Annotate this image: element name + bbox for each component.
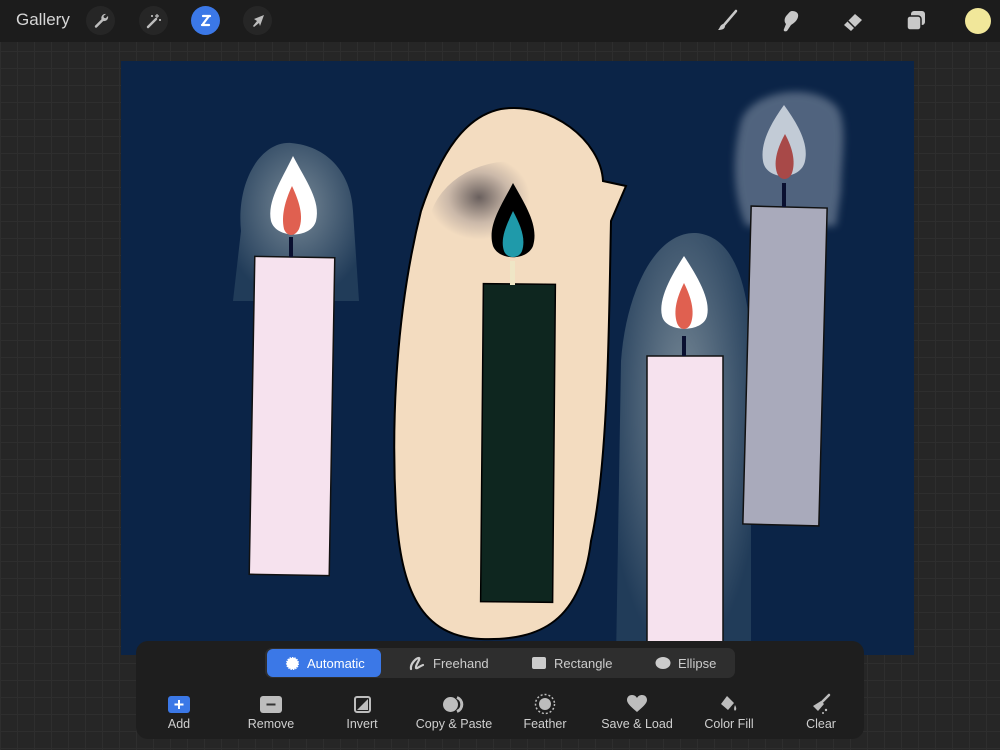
eraser-button[interactable]	[838, 6, 868, 36]
action-label: Clear	[806, 717, 836, 731]
selection-button[interactable]	[191, 6, 220, 35]
gray-candle-body	[742, 205, 828, 527]
arrow-cursor-icon	[252, 14, 264, 27]
magic-wand-icon	[146, 13, 161, 28]
wrench-icon	[94, 13, 108, 28]
clear-button[interactable]: Clear	[776, 693, 866, 731]
color-swatch-button[interactable]	[965, 8, 991, 34]
freehand-icon	[409, 656, 425, 671]
brush-button[interactable]	[712, 6, 742, 36]
smudge-finger-icon	[783, 11, 799, 32]
action-label: Add	[167, 717, 191, 731]
save-load-button[interactable]: Save & Load	[592, 694, 682, 731]
ellipse-icon	[655, 657, 671, 669]
invert-button[interactable]: Invert	[317, 694, 407, 731]
heart-icon	[627, 695, 647, 712]
gallery-button[interactable]: Gallery	[16, 10, 70, 30]
top-toolbar: Gallery	[0, 0, 1000, 42]
layers-button[interactable]	[901, 6, 931, 36]
mode-label: Ellipse	[678, 655, 717, 671]
adjustments-button[interactable]	[139, 6, 168, 35]
action-label: Remove	[247, 717, 295, 731]
feather-button[interactable]: Feather	[500, 693, 590, 731]
add-icon	[168, 695, 190, 713]
color-fill-icon	[721, 696, 737, 711]
clear-brush-icon	[813, 693, 831, 714]
automatic-burst-icon	[285, 656, 300, 670]
mode-rectangle[interactable]: Rectangle	[531, 649, 613, 677]
actions-button[interactable]	[86, 6, 115, 35]
selection-s-icon	[200, 14, 211, 26]
brush-icon	[718, 9, 738, 30]
mode-freehand[interactable]: Freehand	[408, 649, 489, 677]
mode-automatic[interactable]: Automatic	[267, 649, 381, 677]
mode-label: Rectangle	[554, 655, 613, 671]
mode-label: Automatic	[307, 655, 365, 671]
smudge-button[interactable]	[775, 6, 805, 36]
copy-paste-icon	[443, 695, 464, 713]
action-label: Feather	[523, 717, 567, 731]
mode-ellipse[interactable]: Ellipse	[655, 649, 716, 677]
center-candle-body	[479, 282, 557, 604]
right-front-candle-body	[646, 355, 724, 655]
remove-icon	[260, 695, 282, 713]
copy-paste-button[interactable]: Copy & Paste	[409, 694, 499, 731]
action-label: Invert	[346, 717, 378, 731]
eraser-icon	[844, 14, 862, 31]
invert-icon	[353, 695, 371, 713]
add-button[interactable]: Add	[134, 694, 224, 731]
mode-label: Freehand	[433, 655, 489, 671]
left-candle-body	[248, 255, 336, 577]
color-fill-button[interactable]: Color Fill	[684, 694, 774, 731]
action-label: Save & Load	[601, 717, 673, 731]
layers-icon	[906, 11, 925, 31]
feather-icon	[534, 693, 556, 715]
rectangle-icon	[532, 657, 546, 669]
action-label: Copy & Paste	[415, 717, 493, 731]
drawing-canvas[interactable]	[121, 61, 914, 655]
remove-button[interactable]: Remove	[226, 694, 316, 731]
transform-button[interactable]	[243, 6, 272, 35]
candle-artwork	[233, 91, 844, 655]
action-label: Color Fill	[704, 717, 754, 731]
